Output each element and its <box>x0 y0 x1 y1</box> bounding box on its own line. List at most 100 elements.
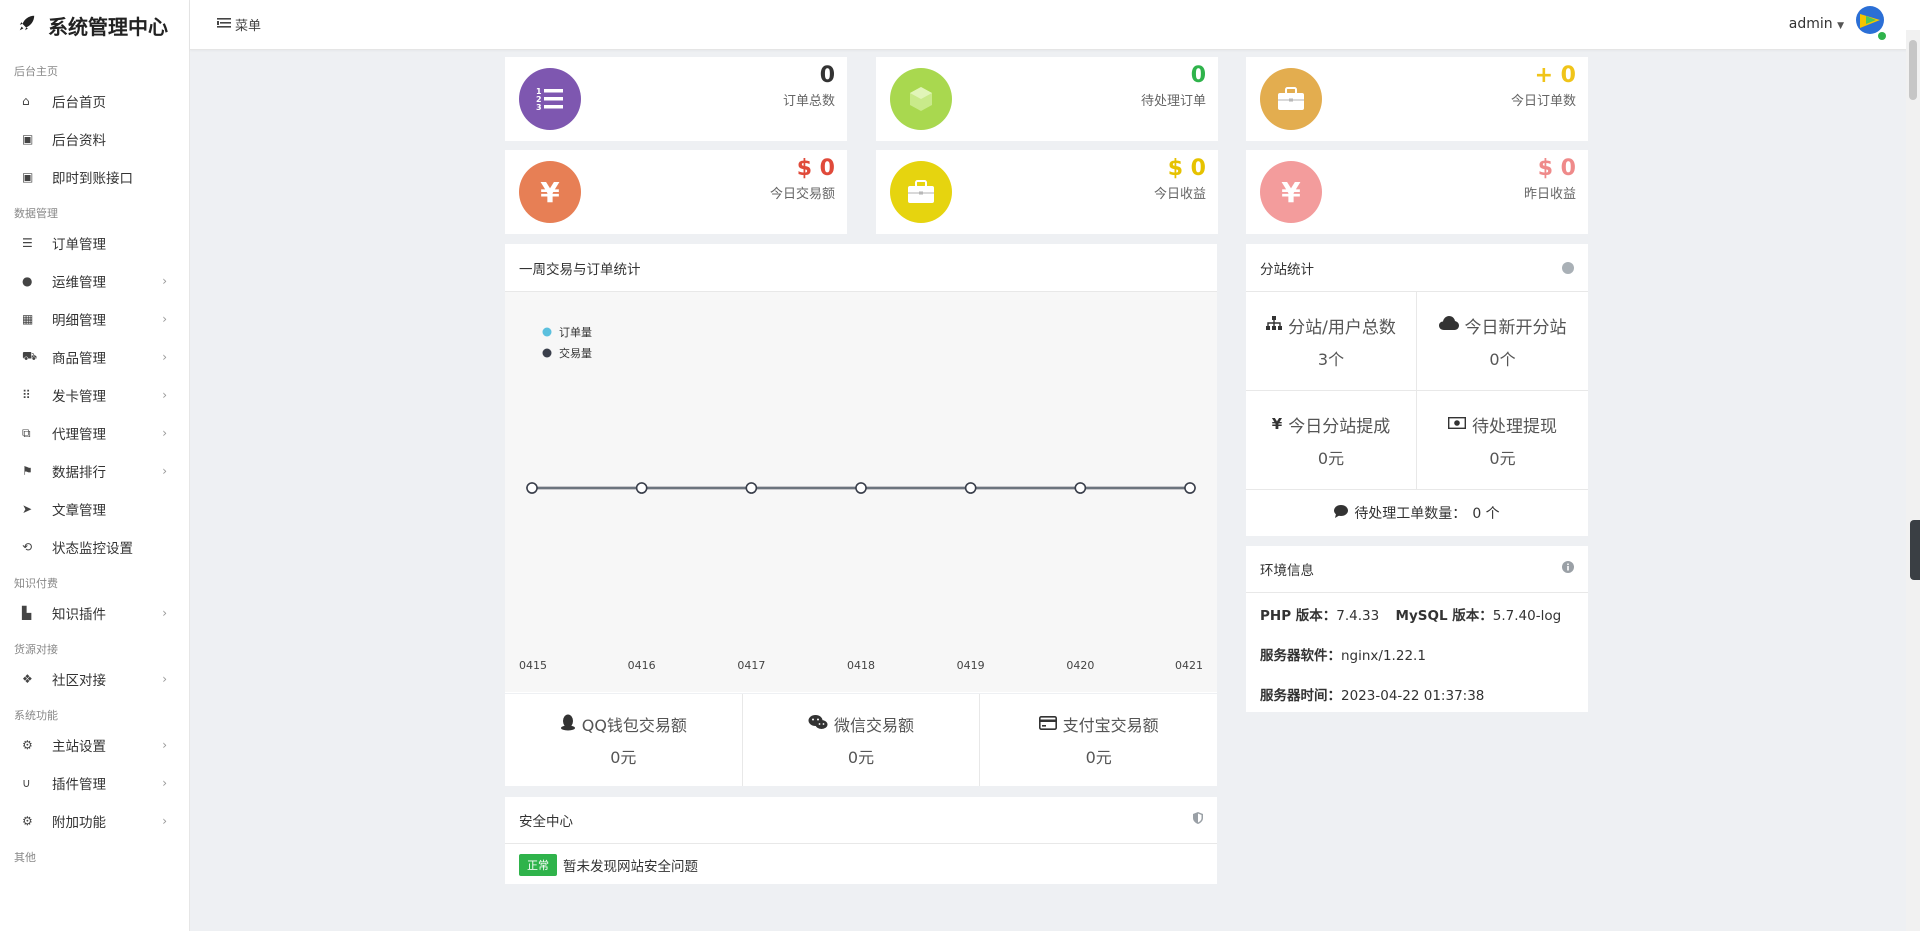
env-panel: 环境信息 PHP 版本：7.4.33 MySQL 版本：5.7.40-log 服… <box>1246 546 1588 712</box>
substation-pending-withdraw: 待处理提现 0元 <box>1417 391 1588 490</box>
stat-card: 1 2 3 0 订单总数 <box>505 57 847 141</box>
env-server: 服务器软件：nginx/1.22.1 <box>1260 644 1426 664</box>
id-card-icon: ▣ <box>22 132 34 146</box>
scrollbar-thumb[interactable] <box>1909 40 1917 100</box>
data-point[interactable] <box>745 482 758 494</box>
legend-item[interactable]: 交易量 <box>542 346 593 360</box>
sidebar-section-title: 知识付费 <box>14 577 58 590</box>
sidebar-item[interactable]: ⚙ 主站设置 › <box>0 726 189 764</box>
yen-icon: ¥ <box>519 161 581 223</box>
chart-icon: ▙ <box>22 606 32 620</box>
rocket-icon <box>18 14 40 37</box>
legend-item[interactable]: 订单量 <box>542 326 593 339</box>
id-card-icon: ▣ <box>22 170 34 184</box>
substation-total: 分站/用户总数 3个 <box>1246 292 1417 391</box>
legend-label: 交易量 <box>559 346 592 360</box>
sidebar-item-label: 插件管理 <box>52 777 106 793</box>
sidebar-item[interactable]: ❖ 社区对接 › <box>0 660 189 698</box>
svg-text:3: 3 <box>536 103 542 112</box>
sidebar-item-label: 后台资料 <box>52 133 106 149</box>
side-drawer-handle[interactable] <box>1910 520 1920 580</box>
info-icon[interactable] <box>1562 561 1574 577</box>
sidebar: 系统管理中心 后台主页 ⌂ 后台首页 ▣ 后台资料 ▣ 即时到账接口 数据管理 ☰ 订单管理 ● 运维… <box>0 0 190 931</box>
php-label: PHP 版本： <box>1260 608 1337 624</box>
data-point[interactable] <box>1184 482 1196 494</box>
stat-card: ¥ $ 0 今日交易额 <box>505 150 847 234</box>
stat-caption: 昨日收益 <box>1523 187 1576 202</box>
sidebar-item-label: 即时到账接口 <box>52 171 133 187</box>
status-dot-icon[interactable] <box>1562 261 1574 274</box>
comment-icon <box>1334 504 1349 522</box>
payment-wechat: 微信交易额 0元 <box>743 694 981 786</box>
stat-caption: 订单总数 <box>782 94 835 109</box>
legend-swatch <box>542 348 552 358</box>
substation-new-today: 今日新开分站 0个 <box>1417 292 1588 391</box>
stat-value: + 0 <box>1534 63 1576 88</box>
menu-icon <box>217 17 231 33</box>
cube-icon <box>890 68 952 130</box>
menu-toggle-button[interactable]: 菜单 <box>217 15 261 34</box>
payment-totals: QQ钱包交易额 0元 微信交易额 0元 支付宝交易额 0元 <box>505 694 1217 786</box>
stat-card: + 0 今日订单数 <box>1246 57 1588 141</box>
user-dropdown[interactable]: admin ▼ <box>1789 16 1844 32</box>
data-point[interactable] <box>855 482 867 494</box>
sidebar-item[interactable]: ⠿ 发卡管理 › <box>0 376 189 414</box>
sidebar-item[interactable]: ⌂ 后台首页 <box>0 82 189 120</box>
sidebar-item[interactable]: ⧉ 代理管理 › <box>0 414 189 452</box>
x-tick-label: 0415 <box>519 659 547 672</box>
page-scrollbar[interactable] <box>1906 30 1920 931</box>
stat-value: $ 0 <box>1167 156 1206 181</box>
sidebar-item[interactable]: ⛟ 商品管理 › <box>0 338 189 376</box>
menu-label: 菜单 <box>235 19 262 34</box>
gear-icon: ⚙ <box>22 738 33 752</box>
chevron-right-icon: › <box>162 814 167 828</box>
server-label: 服务器软件： <box>1260 648 1341 664</box>
brand[interactable]: 系统管理中心 <box>0 0 189 50</box>
sidebar-item[interactable]: ➤ 文章管理 <box>0 490 189 528</box>
flag-icon: ⚑ <box>22 464 33 478</box>
sidebar-item-label: 附加功能 <box>52 815 106 831</box>
sidebar-item[interactable]: ▙ 知识插件 › <box>0 594 189 632</box>
shield-icon[interactable] <box>1193 812 1203 828</box>
panel-title: 分站统计 <box>1260 261 1314 278</box>
security-message: 暂未发现网站安全问题 <box>563 859 698 875</box>
stat-value: $ 0 <box>796 156 835 181</box>
data-point[interactable] <box>964 482 977 494</box>
pending-tickets: 待处理工单数量： 0 个 <box>1246 490 1588 536</box>
stat-label: 分站/用户总数 <box>1288 317 1396 338</box>
ordered-list-icon: 123 <box>519 68 581 130</box>
sidebar-item[interactable]: ⚑ 数据排行 › <box>0 452 189 490</box>
chevron-right-icon: › <box>162 426 167 440</box>
data-point[interactable] <box>526 482 538 494</box>
stat-value: 0元 <box>1489 448 1516 468</box>
panel-title: 环境信息 <box>1260 563 1314 579</box>
grid-icon: ⠿ <box>22 388 31 402</box>
money-icon <box>1447 414 1467 434</box>
weekly-chart-panel: 一周交易与订单统计 订单量 交易量 0415 0416 0417 0418 0419 0420… <box>505 244 1217 693</box>
sidebar-item[interactable]: ▣ 即时到账接口 <box>0 158 189 196</box>
line-chart: 订单量 交易量 0415 0416 0417 0418 0419 0420 0421 <box>505 292 1217 692</box>
sidebar-item[interactable]: ∪ 插件管理 › <box>0 764 189 802</box>
sidebar-item-label: 后台首页 <box>52 95 106 111</box>
sidebar-item[interactable]: ☰ 订单管理 <box>0 224 189 262</box>
data-point[interactable] <box>1074 482 1087 494</box>
avatar[interactable] <box>1854 4 1888 42</box>
chevron-right-icon: › <box>162 606 167 620</box>
refresh-icon: ⟲ <box>22 540 33 554</box>
paper-plane-icon: ➤ <box>22 502 33 516</box>
data-point[interactable] <box>635 482 648 494</box>
security-status: 正常 暂未发现网站安全问题 <box>519 854 698 876</box>
sidebar-item[interactable]: ● 运维管理 › <box>0 262 189 300</box>
sidebar-item[interactable]: ⟲ 状态监控设置 <box>0 528 189 566</box>
topbar: 菜单 admin ▼ <box>190 0 1920 50</box>
stat-value: 0 <box>819 63 835 88</box>
chevron-right-icon: › <box>162 464 167 478</box>
sidebar-item[interactable]: ▣ 后台资料 <box>0 120 189 158</box>
panel-header: 环境信息 <box>1246 546 1588 593</box>
payment-value: 0元 <box>610 748 637 767</box>
sidebar-item[interactable]: ⚙ 附加功能 › <box>0 802 189 840</box>
chevron-right-icon: › <box>162 776 167 790</box>
sidebar-item[interactable]: ▦ 明细管理 › <box>0 300 189 338</box>
wechat-icon <box>808 714 828 734</box>
server-value: nginx/1.22.1 <box>1341 648 1426 664</box>
